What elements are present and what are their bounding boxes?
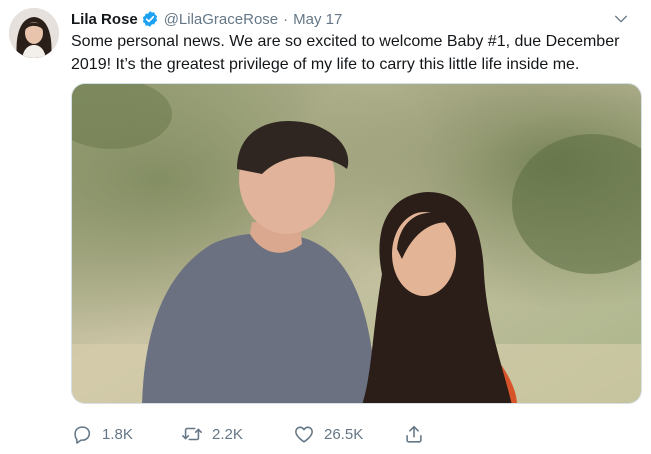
avatar[interactable] [9,8,59,58]
tweet-actions: 1.8K 2.2K 26.5K [71,420,425,448]
retweet-icon [182,427,202,441]
tweet-date[interactable]: May 17 [293,11,342,28]
chevron-down-icon[interactable] [611,9,631,29]
verified-badge-icon [141,10,159,28]
like-count: 26.5K [324,425,364,443]
share-button[interactable] [403,423,425,445]
author-handle[interactable]: @LilaGraceRose [164,11,278,28]
tweet-text: Some personal news. We are so excited to… [71,33,620,73]
heart-icon [295,426,313,443]
reply-button[interactable]: 1.8K [71,423,181,445]
header-separator: · [283,10,289,28]
retweet-button[interactable]: 2.2K [181,423,293,445]
author-name[interactable]: Lila Rose [71,11,138,28]
reply-icon [74,426,91,444]
retweet-count: 2.2K [212,425,243,443]
tweet-header: Lila Rose @LilaGraceRose · May 17 [71,8,639,30]
share-icon [406,425,422,443]
like-button[interactable]: 26.5K [293,423,403,445]
tweet-photo[interactable] [71,83,642,404]
reply-count: 1.8K [102,425,133,443]
